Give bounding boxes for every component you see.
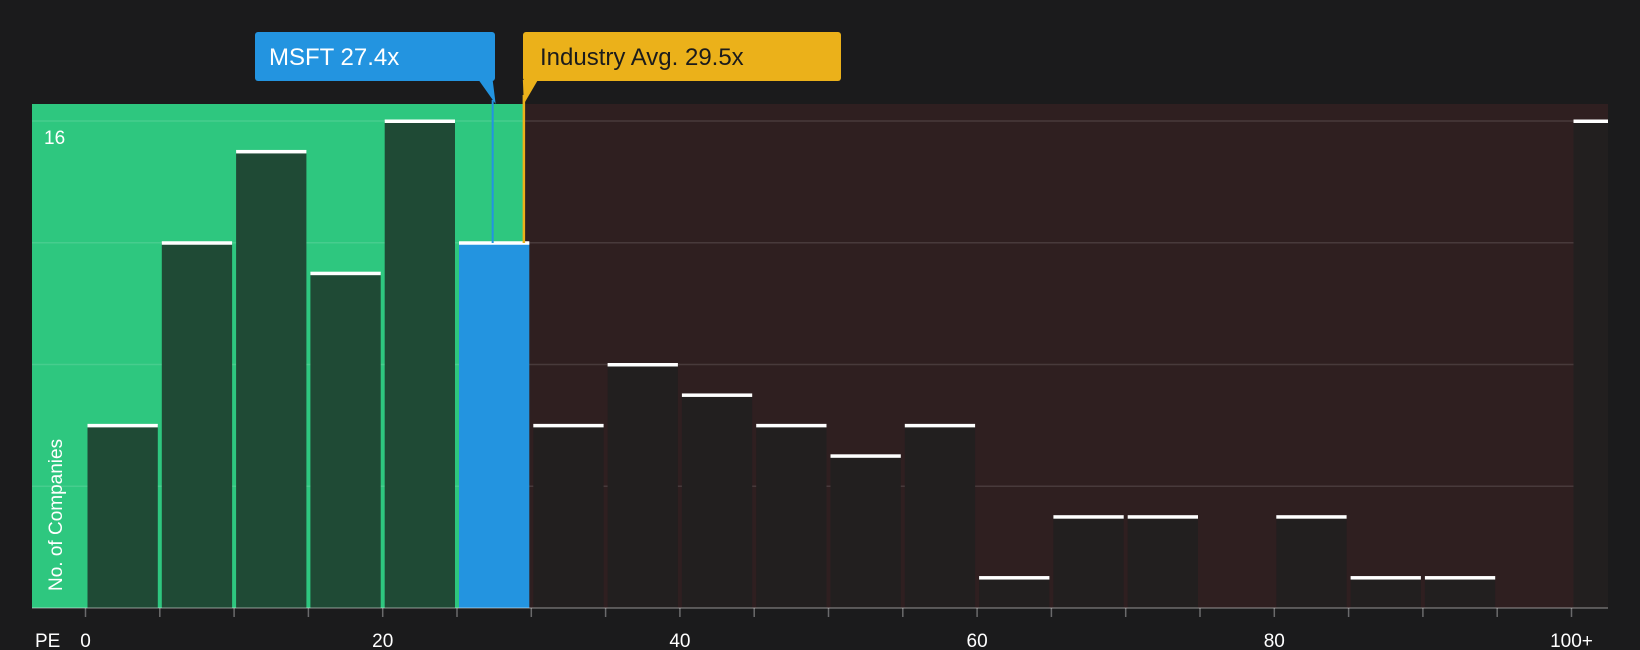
bar-top-cap <box>87 423 158 428</box>
bar-top-cap <box>1573 119 1608 123</box>
histogram-bar <box>533 425 604 608</box>
bar-top-cap <box>1127 515 1198 519</box>
y-axis-title: No. of Companies <box>46 439 67 591</box>
industry-avg-callout-label: Industry Avg. 29.5x <box>540 44 744 71</box>
histogram-bar <box>384 121 455 608</box>
histogram-bar <box>1127 516 1198 608</box>
company-bin-bar <box>459 242 530 608</box>
bar-top-cap <box>681 393 753 397</box>
y-max-tick-label: 16 <box>44 128 65 149</box>
x-tick-label: 100+ <box>1550 631 1593 650</box>
x-tick-label: 80 <box>1264 631 1285 650</box>
histogram-bar <box>607 364 678 608</box>
msft-callout: MSFT 27.4x <box>255 32 496 104</box>
bar-top-cap <box>904 423 976 428</box>
bar-top-cap <box>756 423 827 428</box>
bar-top-cap <box>384 119 455 123</box>
histogram-bar <box>1350 577 1421 608</box>
bar-top-cap <box>459 241 530 245</box>
industry-avg-callout-pointer <box>522 80 538 104</box>
histogram-bar <box>87 425 158 608</box>
histogram-bar <box>1573 121 1608 608</box>
histogram-bar <box>1053 516 1124 608</box>
bar-top-cap <box>1350 576 1421 580</box>
histogram-bar <box>1424 577 1496 608</box>
msft-callout-pointer <box>478 80 496 104</box>
histogram-bar <box>830 455 901 608</box>
msft-callout-label: MSFT 27.4x <box>269 44 399 71</box>
histogram-bar <box>310 273 381 608</box>
bar-top-cap <box>830 454 901 458</box>
bar-top-cap <box>1053 515 1124 519</box>
bar-top-cap <box>607 363 678 367</box>
pe-ratio-histogram: 0 20 40 60 80 100+ MSFT 27.4x Industry Avg. 2… <box>0 0 1640 650</box>
histogram-bar <box>756 425 827 608</box>
bar-top-cap <box>1276 515 1347 519</box>
x-axis-title: PE <box>35 631 60 650</box>
x-tick-label: 40 <box>669 631 690 650</box>
bar-top-cap <box>236 149 307 154</box>
bar-top-cap <box>310 271 381 276</box>
histogram-bar <box>1276 516 1347 608</box>
x-tick-label: 20 <box>372 631 393 650</box>
bar-top-cap <box>161 241 233 245</box>
histogram-bar <box>904 425 976 608</box>
histogram-bar <box>161 242 233 608</box>
histogram-bar <box>681 394 753 608</box>
x-tick-label: 0 <box>80 631 91 650</box>
histogram-bar <box>236 151 307 608</box>
bar-top-cap <box>979 576 1050 580</box>
bar-top-cap <box>1424 576 1496 580</box>
histogram-bar <box>979 577 1050 608</box>
industry-avg-callout: Industry Avg. 29.5x <box>522 32 841 104</box>
bar-top-cap <box>533 423 604 428</box>
histogram-svg: 0 20 40 60 80 100+ MSFT 27.4x Industry Avg. 2… <box>32 32 1608 650</box>
x-tick-label: 60 <box>967 631 988 650</box>
